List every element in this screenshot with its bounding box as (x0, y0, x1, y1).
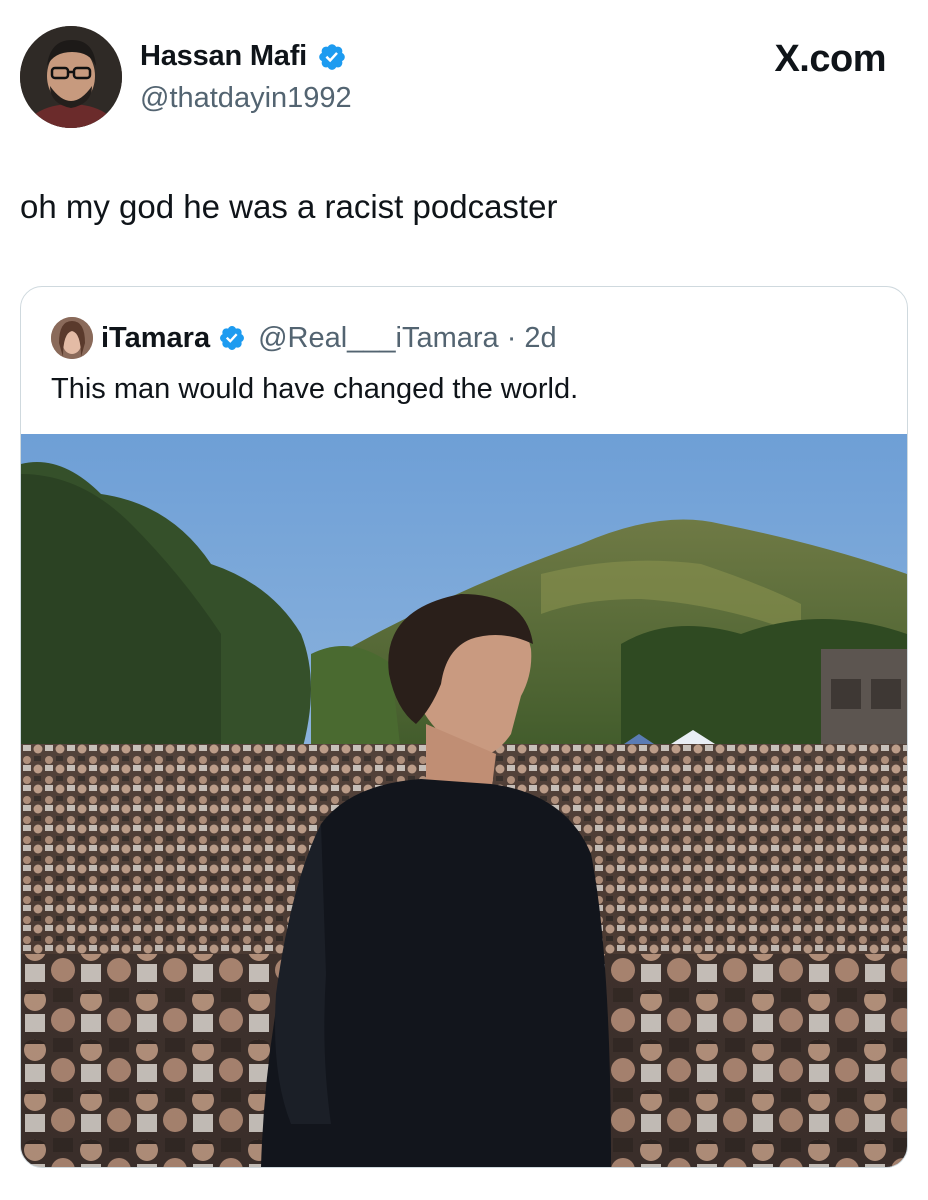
x-logo: X.com (774, 38, 886, 80)
quoted-post-card[interactable]: iTamara @Real___iTamara · 2d This man wo… (20, 286, 908, 1168)
quoted-author-name[interactable]: iTamara (101, 322, 210, 355)
post-text: oh my god he was a racist podcaster (20, 188, 558, 225)
author-handle[interactable]: @thatdayin1992 (140, 82, 352, 115)
quoted-author-handle[interactable]: @Real___iTamara (258, 322, 499, 355)
quoted-author-avatar[interactable] (51, 317, 93, 359)
quoted-post-header: iTamara @Real___iTamara · 2d (51, 317, 557, 359)
quoted-post-photo[interactable] (21, 434, 907, 1167)
post-header: Hassan Mafi @thatdayin1992 X.com (0, 0, 928, 140)
verified-badge-icon (220, 326, 245, 350)
author-avatar[interactable] (20, 26, 122, 128)
author-name-row: Hassan Mafi (140, 40, 347, 73)
author-name[interactable]: Hassan Mafi (140, 40, 307, 73)
quoted-post-text: This man would have changed the world. (51, 373, 579, 405)
verified-badge-icon (319, 43, 345, 70)
separator-dot: · (506, 321, 517, 354)
quoted-post-time[interactable]: 2d (524, 322, 556, 355)
